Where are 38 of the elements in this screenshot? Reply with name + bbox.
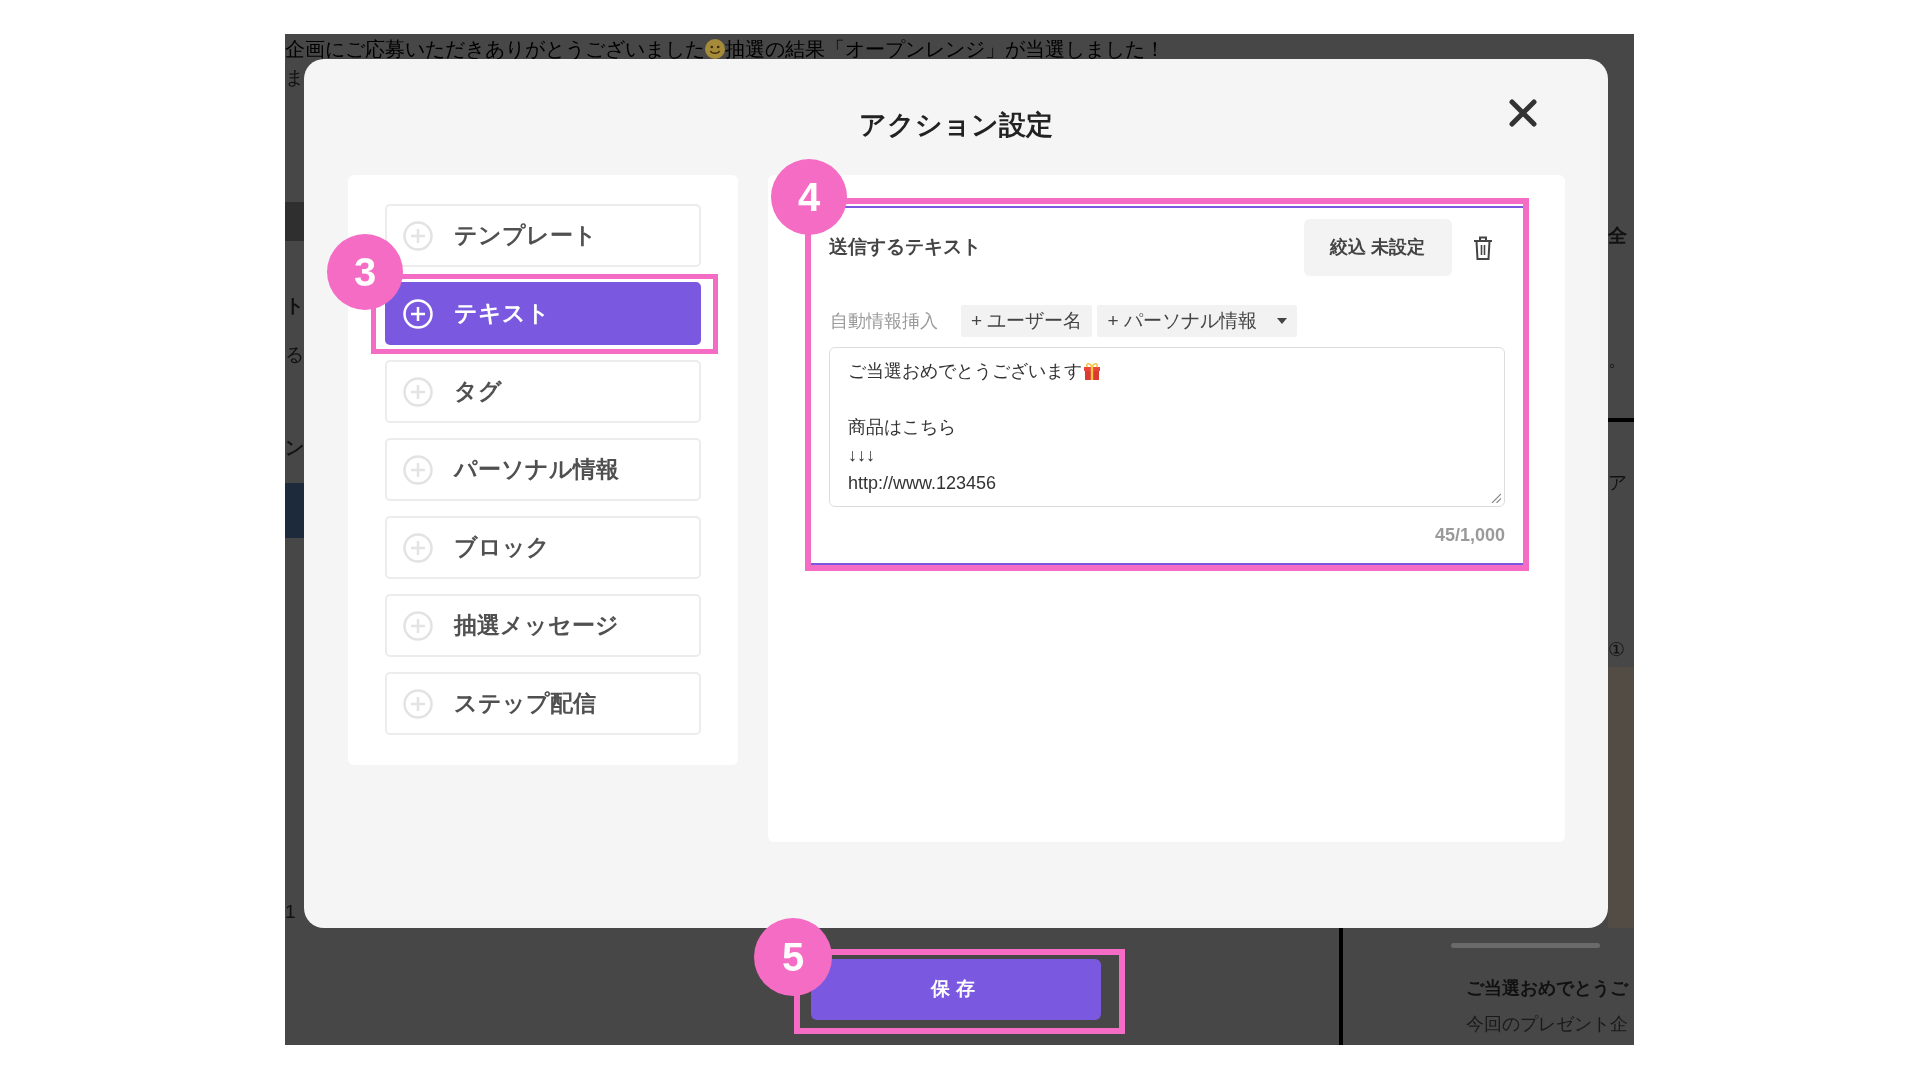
plus-circle-icon xyxy=(403,454,433,485)
notice-text: 企画にご応募いただきありがとうございました xyxy=(285,39,705,59)
step-number-badge: 4 xyxy=(771,159,847,235)
page-header-strip xyxy=(285,202,304,241)
filter-button[interactable]: 絞込 未設定 xyxy=(1304,219,1452,276)
plus-circle-icon xyxy=(403,532,433,563)
step-number-badge: 3 xyxy=(327,234,403,310)
menu-item[interactable]: 抽選メッセージ xyxy=(385,594,701,657)
menu-item[interactable]: テキスト xyxy=(385,282,701,345)
close-icon xyxy=(1509,99,1537,127)
plus-circle-icon xyxy=(403,688,433,719)
gift-icon xyxy=(1083,362,1101,380)
character-counter: 45/1,000 xyxy=(1434,524,1505,546)
plus-circle-icon xyxy=(403,376,433,407)
insert-button[interactable]: + ユーザー名 xyxy=(961,305,1093,337)
menu-item[interactable]: パーソナル情報 xyxy=(385,438,701,501)
save-button[interactable]: 保存 xyxy=(811,959,1101,1020)
menu-item[interactable]: テンプレート xyxy=(385,204,701,267)
plus-circle-icon xyxy=(403,220,433,251)
delete-button[interactable] xyxy=(1474,235,1492,260)
insert-dropdown[interactable]: + パーソナル情報 xyxy=(1097,305,1297,337)
caret-down-icon xyxy=(1276,318,1287,324)
menu-item[interactable]: タグ xyxy=(385,360,701,423)
menu-item[interactable]: ブロック xyxy=(385,516,701,579)
dialog-title: アクション設定 xyxy=(859,109,1053,141)
notice-text: 抽選の結果「オープンレンジ」が当選しました！ xyxy=(725,39,1165,59)
menu-item[interactable]: ステップ配信 xyxy=(385,672,701,735)
trash-icon xyxy=(1474,235,1492,260)
plus-circle-icon xyxy=(403,610,433,641)
background-text: 。 xyxy=(1608,350,1627,370)
insert-label: 自動情報挿入 xyxy=(830,309,938,333)
message-field[interactable]: ご当選おめでとうございます 商品はこちら ↓↓↓ http://www.123456 xyxy=(829,347,1505,507)
close-button[interactable] xyxy=(1509,99,1537,127)
plus-circle-icon xyxy=(403,298,433,329)
highlighted-row xyxy=(285,483,304,538)
card-title: 送信するテキスト xyxy=(829,235,982,260)
resize-handle-icon[interactable] xyxy=(1491,493,1501,503)
smiley-icon xyxy=(705,39,725,59)
